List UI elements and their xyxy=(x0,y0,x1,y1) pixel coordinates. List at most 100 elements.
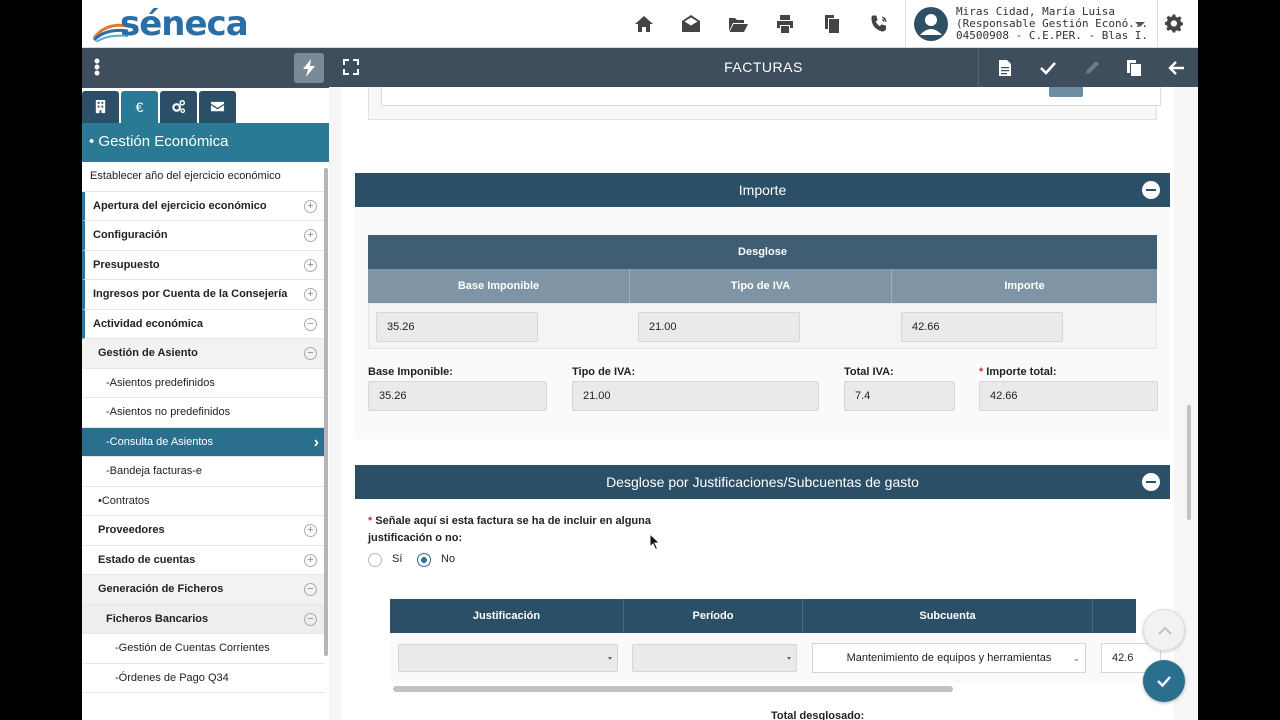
sidebar-item-label: -Bandeja facturas-e xyxy=(106,465,202,477)
document-icon[interactable] xyxy=(991,54,1019,82)
question-line: justificación o no: xyxy=(368,532,463,544)
plus-icon[interactable]: + xyxy=(304,524,317,537)
sidebar-item-estado-cuentas[interactable]: Estado de cuentas + xyxy=(82,546,325,575)
plus-icon[interactable]: + xyxy=(304,553,317,567)
envelope-icon[interactable] xyxy=(199,91,236,123)
top-header: séneca Miras Cidad, María Luisa (Respons… xyxy=(82,0,1198,48)
required-mark: * xyxy=(979,366,984,378)
justificacion-select[interactable] xyxy=(398,644,618,672)
user-info[interactable]: Miras Cidad, María Luisa (Responsable Ge… xyxy=(956,6,1146,42)
user-name: Miras Cidad, María Luisa xyxy=(956,6,1115,18)
previous-table-fragment xyxy=(368,87,1161,120)
minus-icon[interactable]: − xyxy=(304,583,317,596)
avatar[interactable] xyxy=(914,7,948,41)
sidebar-item-ingresos[interactable]: Ingresos por Cuenta de la Consejería + xyxy=(82,280,325,310)
plus-icon[interactable]: + xyxy=(304,288,317,301)
collapse-icon[interactable] xyxy=(1142,181,1160,199)
importe-panel-header[interactable]: Importe xyxy=(355,173,1170,207)
radio-no-label: No xyxy=(441,553,456,565)
column-header: Importe xyxy=(1004,280,1045,292)
subcuenta-select[interactable]: Mantenimiento de equipos y herramientas … xyxy=(812,643,1086,673)
minus-icon[interactable]: − xyxy=(304,347,317,360)
content-area: Importe Desglose Base Imponible Tipo de … xyxy=(329,87,1198,720)
chevron-down-icon[interactable] xyxy=(1135,22,1145,27)
sidebar-item-asientos-no-predefinidos[interactable]: -Asientos no predefinidos xyxy=(82,398,325,428)
page-title: FACTURAS xyxy=(724,59,803,75)
justificaciones-panel-header[interactable]: Desglose por Justificaciones/Subcuentas … xyxy=(355,465,1170,499)
radio-no[interactable] xyxy=(417,553,431,567)
sidebar-item-ficheros-bancarios[interactable]: Ficheros Bancarios − xyxy=(82,604,325,634)
sidebar-scrollbar[interactable] xyxy=(324,168,328,656)
periodo-select[interactable] xyxy=(632,644,797,672)
arrow-left-icon[interactable] xyxy=(1163,54,1191,82)
desglose-header: Desglose xyxy=(368,235,1157,269)
user-center: 04500908 - C.E.PER. - Blas I... xyxy=(956,30,1146,42)
table-horizontal-scrollbar[interactable] xyxy=(393,686,953,692)
confirm-button[interactable] xyxy=(1143,660,1185,702)
euro-icon[interactable]: € xyxy=(121,91,158,123)
tipo-iva-field: 21.00 xyxy=(572,381,819,411)
folder-open-icon[interactable] xyxy=(724,10,752,38)
importe-total-label-text: Importe total: xyxy=(986,366,1057,378)
home-icon[interactable] xyxy=(630,10,658,38)
sidebar-item-label: -Órdenes de Pago Q34 xyxy=(115,671,229,684)
sidebar-item-asientos-predefinidos[interactable]: -Asientos predefinidos xyxy=(82,369,325,398)
tipo-iva-label: Tipo de IVA: xyxy=(572,366,636,378)
sidebar-item-gestion-asiento[interactable]: Gestión de Asiento − xyxy=(82,339,325,369)
copy-icon[interactable] xyxy=(818,10,846,38)
plus-icon[interactable]: + xyxy=(304,199,317,213)
seneca-logo[interactable]: séneca xyxy=(92,4,249,44)
minus-icon[interactable]: − xyxy=(304,317,317,331)
sidebar-item-actividad[interactable]: Actividad económica − xyxy=(82,309,325,339)
column-header: Subcuenta xyxy=(803,599,1093,633)
sidebar-item-label: Generación de Ficheros xyxy=(98,583,224,595)
chevron-down-icon: ⌄ xyxy=(1072,653,1080,663)
plus-icon[interactable]: + xyxy=(304,229,317,242)
column-header: Base Imponible xyxy=(368,269,630,303)
desglose-importe-cell: 42.66 xyxy=(901,312,1063,342)
sidebar-item-configuracion[interactable]: Configuración + xyxy=(82,221,325,251)
radio-si[interactable] xyxy=(368,553,382,567)
subcuenta-value: Mantenimiento de equipos y herramientas xyxy=(846,652,1052,664)
sidebar-item-bandeja-facturas[interactable]: -Bandeja facturas-e xyxy=(82,457,325,487)
plus-icon[interactable]: + xyxy=(304,258,317,272)
content-scrollbar[interactable] xyxy=(1187,405,1191,520)
user-role: (Responsable Gestión Econó... xyxy=(956,18,1146,30)
sidebar-item-establecer-ano[interactable]: Establecer año del ejercicio económico xyxy=(82,162,325,192)
cogs-icon[interactable] xyxy=(160,91,197,123)
sidebar-item-consulta-asientos[interactable]: -Consulta de Asientos › xyxy=(82,427,325,457)
sidebar-item-label: -Asientos predefinidos xyxy=(106,376,215,389)
gear-icon[interactable] xyxy=(1160,10,1188,38)
envelope-open-icon[interactable] xyxy=(677,10,705,38)
sidebar-item-label: Actividad económica xyxy=(93,317,204,330)
sidebar-item-cuentas-corrientes[interactable]: -Gestión de Cuentas Corrientes xyxy=(82,634,325,664)
more-vertical-icon[interactable]: • • • xyxy=(92,52,102,82)
sidebar-section-title[interactable]: • Gestión Económica xyxy=(82,123,329,162)
sidebar-item-ordenes-pago[interactable]: -Órdenes de Pago Q34 xyxy=(82,664,325,693)
sidebar-item-label: -Consulta de Asientos xyxy=(106,435,214,448)
sidebar-item-label: -Asientos no predefinidos xyxy=(106,406,231,418)
sidebar-item-label: Establecer año del ejercicio económico xyxy=(90,170,281,182)
column-header: Período xyxy=(624,599,803,633)
collapse-icon[interactable] xyxy=(1142,473,1160,491)
minus-icon[interactable]: − xyxy=(304,612,317,626)
logo-text: séneca xyxy=(120,4,249,44)
desglose-base-cell: 35.26 xyxy=(376,312,538,342)
sidebar-item-proveedores[interactable]: Proveedores + xyxy=(82,516,325,546)
bolt-icon[interactable] xyxy=(294,53,324,83)
scroll-top-button[interactable] xyxy=(1143,609,1185,651)
sidebar-item-label: Presupuesto xyxy=(93,258,160,271)
sidebar-item-generacion-ficheros[interactable]: Generación de Ficheros − xyxy=(82,575,325,605)
sidebar-item-contratos[interactable]: •Contratos xyxy=(82,487,325,516)
pencil-icon xyxy=(1078,54,1106,82)
sidebar-item-label: Gestión de Asiento xyxy=(98,347,198,359)
sidebar-item-presupuesto[interactable]: Presupuesto + xyxy=(82,250,325,280)
copy-icon[interactable] xyxy=(1120,54,1148,82)
phone-icon[interactable] xyxy=(865,10,893,38)
sidebar-item-label: •Contratos xyxy=(98,494,150,507)
sidebar-item-apertura[interactable]: Apertura del ejercicio económico + xyxy=(82,191,325,221)
check-icon[interactable] xyxy=(1034,54,1062,82)
building-icon[interactable] xyxy=(82,91,119,123)
column-header: Justificación xyxy=(390,599,624,633)
print-icon[interactable] xyxy=(771,10,799,38)
